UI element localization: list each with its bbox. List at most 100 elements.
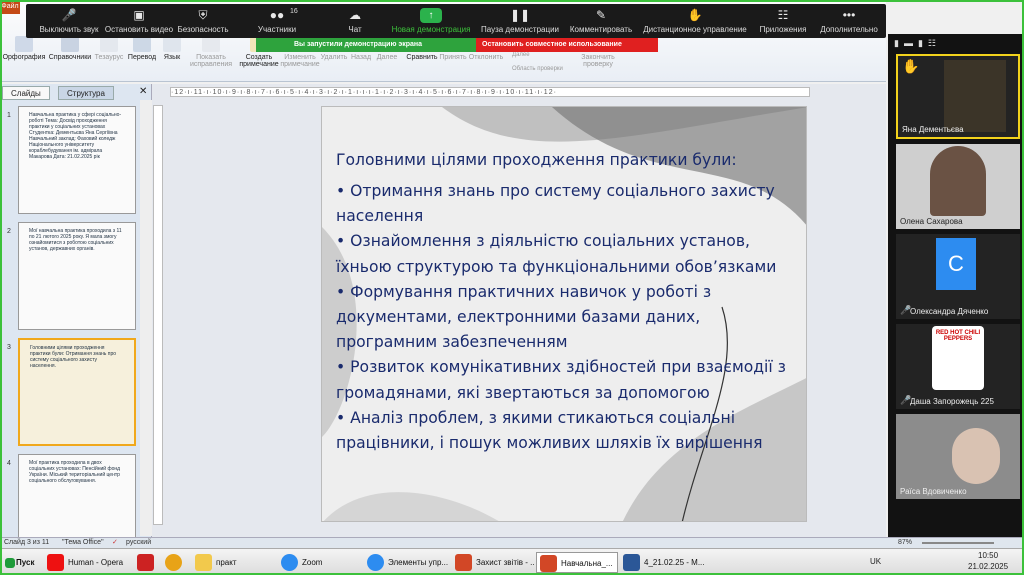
more-icon: ••• bbox=[842, 8, 856, 22]
pause-icon: ❚❚ bbox=[509, 8, 531, 22]
taskbar-item-opera[interactable]: Human - Opera bbox=[44, 552, 124, 573]
panel-controls-icons[interactable]: ▮▬▮☷ bbox=[894, 38, 941, 49]
remote-control-icon: ✋ bbox=[687, 8, 703, 22]
language-button[interactable]: Язык bbox=[160, 36, 184, 61]
references-button[interactable]: Справочники bbox=[46, 36, 94, 61]
revisions-icon bbox=[202, 36, 220, 52]
taskbar: Пуск Human - Opera практ Zoom Элементы у… bbox=[0, 548, 1024, 575]
apps-icon: ☷ bbox=[777, 8, 789, 22]
participants-button[interactable]: ●● Участники 16 bbox=[234, 8, 320, 34]
video-feed bbox=[952, 428, 1000, 484]
keyboard-language[interactable]: UK bbox=[870, 557, 881, 566]
participants-count: 16 bbox=[290, 8, 298, 15]
windows-logo-icon bbox=[5, 558, 15, 568]
spellcheck-icon[interactable]: ✓ bbox=[112, 538, 118, 548]
taskbar-item-zoom-controls[interactable]: Элементы упр... bbox=[364, 552, 448, 573]
slide-number: 1 bbox=[7, 112, 11, 119]
taskbar-item-word[interactable]: 4_21.02.25 - M... bbox=[620, 552, 710, 573]
slide-thumbnail[interactable]: Мої навчальна практика проходила з 11 по… bbox=[18, 222, 136, 330]
opera-icon bbox=[47, 554, 64, 571]
share-notice: Вы запустили демонстрацию экрана bbox=[256, 38, 476, 52]
slides-pane: Слайды Структура ✕ 1 Навчальна практика … bbox=[0, 84, 152, 562]
slide-number: 4 bbox=[7, 460, 11, 467]
annotate-button[interactable]: ✎ Комментировать bbox=[564, 8, 638, 34]
stop-share-button[interactable]: Остановить совместное использование bbox=[476, 38, 658, 52]
file-tab[interactable]: Файл bbox=[0, 0, 20, 14]
vertical-ruler bbox=[153, 105, 163, 525]
slide-thumbnail[interactable]: Навчальна практика у сфері соціально-роб… bbox=[18, 106, 136, 214]
app-icon bbox=[137, 554, 154, 571]
taskbar-item-powerpoint-1[interactable]: Захист звітів - ... bbox=[452, 552, 534, 573]
raise-hand-icon: ✋ bbox=[902, 58, 920, 74]
taskbar-item-powerpoint-active[interactable]: Навчальна_... bbox=[536, 552, 618, 573]
spelling-button[interactable]: Орфография bbox=[2, 36, 46, 61]
participant-tile[interactable]: RED HOT CHILI PEPPERS 🎤 Даша Запорожець … bbox=[896, 324, 1020, 409]
slide-number: 3 bbox=[7, 344, 11, 351]
bullet-item: • Ознайомлення з діяльністю соціальних у… bbox=[336, 232, 777, 276]
bullet-item: • Розвиток комунікативних здібностей при… bbox=[336, 358, 786, 402]
participant-tile[interactable]: Олена Сахарова bbox=[896, 144, 1020, 229]
zoom-icon bbox=[367, 554, 384, 571]
spelling-icon bbox=[15, 36, 33, 52]
start-button[interactable]: Пуск bbox=[2, 552, 38, 573]
new-share-button[interactable]: ↑ Новая демонстрация bbox=[386, 8, 476, 34]
participant-name: Олександра Дяченко bbox=[910, 307, 989, 316]
video-feed bbox=[930, 146, 986, 216]
taskbar-chrome[interactable] bbox=[162, 552, 184, 573]
more-button[interactable]: ••• Дополнительно bbox=[814, 8, 884, 34]
participants-icon: ●● bbox=[269, 8, 285, 22]
participant-tile[interactable]: ✋ Яна Дементьєва bbox=[896, 54, 1020, 139]
close-pane-icon[interactable]: ✕ bbox=[139, 86, 147, 97]
show-revisions-button[interactable]: Показать исправления bbox=[188, 36, 234, 68]
thumbs-scrollbar[interactable] bbox=[140, 100, 152, 536]
participant-tile[interactable]: C 🎤 Олександра Дяченко bbox=[896, 234, 1020, 319]
clock-time[interactable]: 10:50 bbox=[978, 551, 998, 560]
chrome-icon bbox=[165, 554, 182, 571]
tab-slides[interactable]: Слайды bbox=[2, 86, 50, 100]
bullet-item: • Формування практичних навичок у роботі… bbox=[336, 282, 712, 352]
taskbar-app-icon[interactable] bbox=[134, 552, 156, 573]
thesaurus-button[interactable]: Тезаурус bbox=[94, 36, 124, 61]
slide-thumbnail-selected[interactable]: Головними цілями проходження практики бу… bbox=[18, 338, 136, 446]
clock-date[interactable]: 21.02.2025 bbox=[968, 562, 1008, 571]
slide-number: 2 bbox=[7, 228, 11, 235]
thumbnail-text: Головними цілями проходження практики бу… bbox=[30, 345, 117, 369]
taskbar-item-zoom[interactable]: Zoom bbox=[278, 552, 358, 573]
bullet-item: • Аналіз проблем, з якими стикаються соц… bbox=[336, 408, 763, 453]
powerpoint-icon bbox=[455, 554, 472, 571]
slide-bullet-list: • Отримання знань про систему соціальног… bbox=[336, 179, 798, 456]
zoom-slider[interactable] bbox=[922, 542, 994, 544]
next-small-button[interactable]: Далее bbox=[512, 52, 530, 58]
powerpoint-icon bbox=[540, 555, 557, 572]
remote-control-button[interactable]: ✋ Дистанционное управление bbox=[638, 8, 752, 34]
thumbnail-text: Навчальна практика у сфері соціально-роб… bbox=[29, 112, 122, 160]
folder-icon bbox=[195, 554, 212, 571]
participant-name: Олена Сахарова bbox=[900, 217, 963, 226]
tab-outline[interactable]: Структура bbox=[58, 86, 114, 100]
zoom-toolbar: 🎤 Выключить звук ▣ Остановить видео ⛨ Безоп… bbox=[26, 4, 886, 38]
theme-name: "Тема Office" bbox=[62, 539, 104, 546]
share-arrow-icon: ↑ bbox=[420, 8, 442, 23]
thesaurus-icon bbox=[100, 36, 118, 52]
thumbnail-text: Мої практика проходила в двох соціальних… bbox=[29, 460, 121, 484]
thumbnail-text: Мої навчальна практика проходила з 11 по… bbox=[29, 228, 122, 252]
avatar-logo: RED HOT CHILI PEPPERS bbox=[932, 326, 984, 390]
apps-button[interactable]: ☷ Приложения bbox=[752, 8, 814, 34]
taskbar-item-folder[interactable]: практ bbox=[192, 552, 272, 573]
video-feed bbox=[944, 60, 1006, 132]
pause-share-button[interactable]: ❚❚ Пауза демонстрации bbox=[476, 8, 564, 34]
translate-button[interactable]: Перевод bbox=[126, 36, 158, 61]
status-bar: Слайд 3 из 11 "Тема Office" ✓ русский 87… bbox=[0, 537, 1024, 548]
participant-name: Даша Запорожець 225 bbox=[910, 397, 994, 406]
slide-counter: Слайд 3 из 11 bbox=[4, 539, 50, 546]
participant-name: Яна Дементьєва bbox=[902, 125, 964, 134]
zoom-level[interactable]: 87% bbox=[898, 538, 912, 548]
participant-tile[interactable]: Раїса Вдовиченко bbox=[896, 414, 1020, 499]
horizontal-ruler: ·12·ı·11·ı·10·ı·9·ı·8·ı·7·ı·6·ı·5·ı·4·ı·… bbox=[170, 87, 810, 97]
current-slide[interactable]: Головними цілями проходження практики бу… bbox=[321, 106, 807, 522]
pen-icon: ✎ bbox=[595, 8, 607, 22]
translate-icon bbox=[133, 36, 151, 52]
language-indicator[interactable]: русский bbox=[126, 538, 151, 548]
review-pane-button[interactable]: Область проверки bbox=[512, 66, 563, 72]
participant-name: Раїса Вдовиченко bbox=[900, 487, 967, 496]
